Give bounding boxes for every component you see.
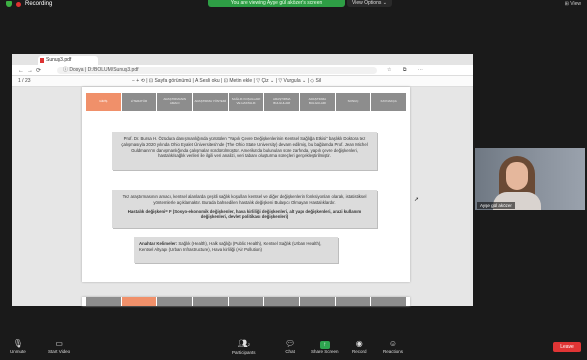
zoom-top-bar: Recording You are viewing Ayşe gül aköze… (0, 0, 587, 11)
share-screen-button[interactable]: ↑ Share Screen (311, 339, 339, 354)
participant-name: Ayşe gül aközer (477, 202, 515, 209)
unmute-button[interactable]: 🎙︎ Unmute (10, 339, 26, 354)
next-slide-nav-item (371, 297, 407, 306)
chat-button[interactable]: 💬︎ Chat (285, 339, 295, 354)
next-slide-nav-item (193, 297, 228, 306)
next-slide-nav-item (264, 297, 300, 306)
slide-nav-item[interactable]: LİTERATÜR (121, 93, 157, 111)
keywords-card: Anahtar Kelimeler: Sağlık (Health), Halk… (134, 237, 338, 263)
next-slide-nav-item (300, 297, 335, 306)
record-button[interactable]: ◉ Record (352, 339, 367, 354)
next-slide-nav-item (121, 297, 157, 306)
formula-text: Hastalık değişkeni= F (Sosyo-ekonomik de… (127, 208, 362, 220)
view-button[interactable]: ⊞ View (565, 1, 581, 7)
slide-nav-strip: GİRİŞ LİTERATÜR ARAŞTIRMANIN AMACI ARAŞTIRM… (86, 93, 407, 111)
zoom-bottom-toolbar: 🎙︎ Unmute ▭ Start Video 👥︎2 Participants… (0, 336, 587, 360)
record-icon: ◉ (355, 339, 363, 348)
unmute-label: Unmute (10, 349, 26, 354)
share-screen-icon: ↑ (319, 341, 330, 349)
slide-nav-item[interactable]: SONUÇ (335, 93, 371, 111)
next-slide-nav-item (335, 297, 371, 306)
participants-icon: 👥︎2 (237, 339, 250, 348)
keywords-label: Anahtar Kelimeler: (139, 241, 178, 246)
shield-icon (6, 1, 12, 7)
mouse-cursor-icon: ➚ (414, 197, 420, 203)
video-off-icon: ▭ (55, 339, 63, 348)
address-bar[interactable]: ⓘ Dosya | D:/BOLUM/Sunuş3.pdf (57, 67, 377, 74)
browser-toolbar-icons[interactable]: ☆ ⧉ ⋯ (387, 67, 428, 73)
nav-arrows-icon[interactable]: ←→⟳ (18, 67, 44, 74)
tab-title: Sunuş3.pdf (46, 57, 72, 63)
pdf-page: GİRİŞ LİTERATÜR ARAŞTIRMANIN AMACI ARAŞTIRM… (82, 87, 410, 282)
slide-nav-item[interactable]: KAYNAKÇA (371, 93, 407, 111)
participant-video[interactable]: Ayşe gül aközer (475, 148, 585, 210)
participants-label: Participants (232, 350, 256, 355)
next-slide-nav-item (228, 297, 264, 306)
chat-label: Chat (285, 349, 295, 354)
participants-button[interactable]: 👥︎2 Participants (232, 339, 256, 355)
recording-indicator[interactable]: Recording (6, 1, 52, 7)
slide-nav-item[interactable]: ARAŞTIRMA YÖNTEMİ (193, 93, 228, 111)
zoom-window: Recording You are viewing Ayşe gül aköze… (0, 0, 587, 360)
record-dot-icon (16, 1, 21, 7)
view-options-button[interactable]: View Options ⌄ (347, 0, 392, 7)
intro-text: Prof. Dr. Bursa H. Özüdura danışmanlığın… (121, 136, 368, 159)
address-row: ←→⟳ ⓘ Dosya | D:/BOLUM/Sunuş3.pdf ☆ ⧉ ⋯ (12, 65, 473, 76)
share-banner: You are viewing Ayşe gül aközer's screen (208, 0, 345, 7)
slide-nav-item[interactable]: ARAŞTIRMA BULGULARI (300, 93, 335, 111)
aim-text: Tez araştırmasının amacı, kentsel alanla… (122, 194, 367, 205)
slide-nav-item[interactable]: GİRİŞ (86, 93, 121, 111)
person-face (506, 162, 528, 190)
start-video-label: Start Video (48, 349, 71, 354)
leave-button[interactable]: Leave (553, 342, 581, 352)
pdf-next-page (82, 297, 410, 306)
browser-tab-row: Sunuş3.pdf (12, 54, 473, 65)
record-label: Record (352, 349, 367, 354)
microphone-off-icon: 🎙︎ (12, 339, 23, 348)
slide-nav-item[interactable]: ARAŞTIRMA BULGULARI (264, 93, 300, 111)
participants-count: 2 (247, 342, 250, 347)
start-video-button[interactable]: ▭ Start Video (48, 339, 70, 354)
share-screen-label: Share Screen (311, 349, 339, 354)
browser-tab[interactable]: Sunuş3.pdf (38, 56, 98, 65)
reactions-button[interactable]: ☺ Reactions (383, 339, 403, 354)
slide-nav-item[interactable]: ARAŞTIRMANIN AMACI (157, 93, 193, 111)
next-slide-nav-item (86, 297, 121, 306)
slide-nav-item[interactable]: SAĞLIK KOŞULLARI VE HASTALIK (228, 93, 264, 111)
shared-browser-window: Sunuş3.pdf ←→⟳ ⓘ Dosya | D:/BOLUM/Sunuş3… (12, 54, 473, 306)
pdf-viewer[interactable]: GİRİŞ LİTERATÜR ARAŞTIRMANIN AMACI ARAŞTIRM… (12, 87, 473, 306)
reactions-icon: ☺ (388, 339, 398, 348)
next-slide-nav-item (157, 297, 193, 306)
chat-icon: 💬︎ (285, 339, 296, 348)
pdf-toolbar: 1 / 23 − + ⟲ | ⊡ Sayfa görünümü | A Sesl… (12, 76, 473, 87)
next-slide-nav-strip (86, 297, 407, 306)
page-indicator[interactable]: 1 / 23 (18, 78, 31, 84)
intro-card: Prof. Dr. Bursa H. Özüdura danışmanlığın… (112, 132, 377, 170)
pdf-icon (40, 58, 44, 63)
reactions-label: Reactions (383, 349, 404, 354)
recording-label: Recording (25, 1, 53, 7)
pdf-tools[interactable]: − + ⟲ | ⊡ Sayfa görünümü | A Sesli oku |… (132, 78, 321, 84)
aim-card: Tez araştırmasının amacı, kentsel alanla… (112, 190, 377, 228)
